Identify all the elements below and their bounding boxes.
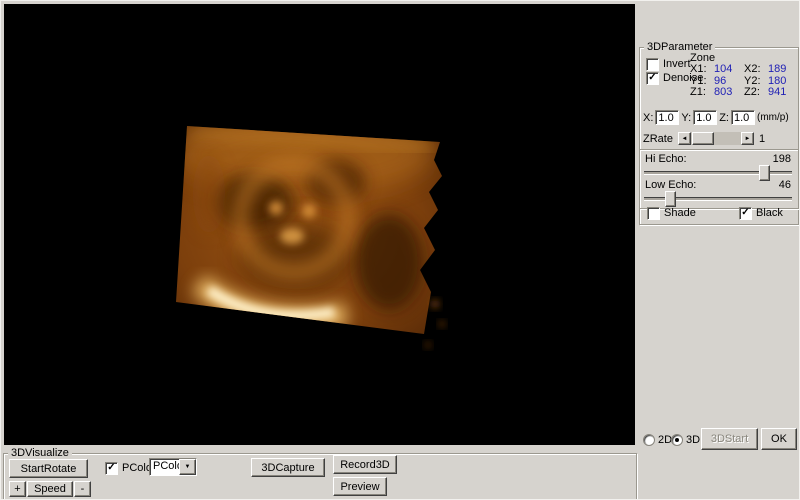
zrate-scrollbar-track[interactable] — [691, 132, 741, 145]
zone-z1-label: Z1: — [690, 86, 706, 98]
speed-plus-button[interactable]: + — [9, 481, 26, 497]
low-echo-label: Low Echo: — [645, 179, 697, 191]
mode-2d-radio[interactable]: 2D — [643, 434, 672, 446]
echo-groupbox: Hi Echo: 198 Low Echo: 46 — [639, 149, 799, 209]
zrate-value: 1 — [758, 132, 766, 145]
hi-echo-label: Hi Echo: — [645, 153, 687, 165]
parameter-panel: 3DParameter ✓ Invert ✓ Denoise Zone X1: … — [637, 1, 799, 499]
dropdown-arrow-icon[interactable]: ▼ — [179, 459, 196, 475]
x-scale-input[interactable] — [655, 110, 680, 125]
black-label: Black — [756, 207, 783, 219]
zrate-label: ZRate — [643, 132, 673, 145]
render-viewport[interactable] — [4, 4, 635, 445]
voxel-scale-row: X: Y: Z: (mm/p) — [643, 110, 789, 125]
speed-minus-button[interactable]: - — [74, 481, 91, 497]
zrate-scrollbar-thumb[interactable] — [691, 132, 714, 145]
scroll-right-arrow-icon[interactable]: ► — [740, 132, 754, 145]
check-icon: ✓ — [648, 71, 657, 83]
zone-z2-value: 941 — [768, 86, 787, 98]
denoise-checkbox-box: ✓ — [646, 71, 659, 85]
hi-echo-value: 198 — [772, 153, 791, 165]
hi-echo-slider-thumb[interactable] — [759, 165, 771, 181]
shade-checkbox-box: ✓ — [647, 206, 660, 220]
zone-section: Zone X1: 104 X2: 189 Y1: 96 Y2: 180 Z1: … — [690, 52, 798, 99]
shade-label: Shade — [664, 207, 696, 219]
mode-3d-label: 3D — [686, 434, 701, 446]
zone-x2-label: X2: — [744, 63, 761, 75]
low-echo-slider[interactable] — [644, 191, 792, 207]
check-icon: ✓ — [741, 206, 750, 218]
mode-2d-label: 2D — [658, 434, 673, 446]
start-3d-button[interactable]: 3DStart — [701, 428, 758, 450]
scale-unit-label: (mm/p) — [756, 112, 789, 123]
speed-button[interactable]: Speed — [27, 481, 73, 497]
ultrasound-volume-image — [176, 126, 445, 348]
x-scale-label: X: — [643, 111, 654, 124]
low-echo-value: 46 — [778, 179, 791, 191]
black-checkbox-box: ✓ — [739, 206, 752, 220]
pcolor-checkbox-box: ✓ — [105, 461, 118, 475]
y-scale-input[interactable] — [693, 110, 718, 125]
zone-x1-value: 104 — [714, 63, 733, 75]
pcolor-dropdown-value: PColor — [153, 460, 179, 472]
zone-x2-value: 189 — [768, 63, 787, 75]
ok-button[interactable]: OK — [761, 428, 797, 450]
zone-z1-value: 803 — [714, 86, 733, 98]
invert-label: Invert — [663, 58, 691, 70]
record-3d-button[interactable]: Record3D — [333, 455, 397, 474]
hi-echo-slider[interactable] — [644, 165, 792, 181]
scroll-left-arrow-icon[interactable]: ◄ — [677, 132, 691, 145]
invert-checkbox-box: ✓ — [646, 57, 659, 71]
z-scale-label: Z: — [719, 111, 729, 124]
zrate-row: ZRate ◄ ► 1 — [643, 132, 765, 145]
ultrasound-3d-app: 3DParameter ✓ Invert ✓ Denoise Zone X1: … — [0, 0, 800, 500]
capture-3d-button[interactable]: 3DCapture — [251, 458, 325, 477]
zone-values: X1: 104 X2: 189 Y1: 96 Y2: 180 Z1: 803 Z… — [690, 63, 798, 99]
pcolor-dropdown[interactable]: PColor ▼ — [149, 458, 197, 476]
start-rotate-button[interactable]: StartRotate — [9, 459, 88, 478]
y-scale-label: Y: — [681, 111, 692, 124]
zone-z2-label: Z2: — [744, 86, 760, 98]
radio-circle — [643, 434, 655, 446]
check-icon: ✓ — [107, 461, 116, 473]
mode-3d-radio[interactable]: 3D — [671, 434, 700, 446]
shade-checkbox[interactable]: ✓ Shade — [647, 206, 696, 220]
low-echo-slider-thumb[interactable] — [664, 191, 676, 207]
radio-circle — [671, 434, 683, 446]
zone-x1-label: X1: — [690, 63, 707, 75]
black-checkbox[interactable]: ✓ Black — [739, 206, 783, 220]
zrate-scrollbar[interactable]: ◄ ► — [677, 132, 754, 145]
visualize-groupbox-title: 3DVisualize — [8, 446, 72, 460]
z-scale-input[interactable] — [730, 110, 755, 125]
invert-checkbox[interactable]: ✓ Invert — [646, 57, 691, 71]
preview-button[interactable]: Preview — [333, 477, 387, 496]
